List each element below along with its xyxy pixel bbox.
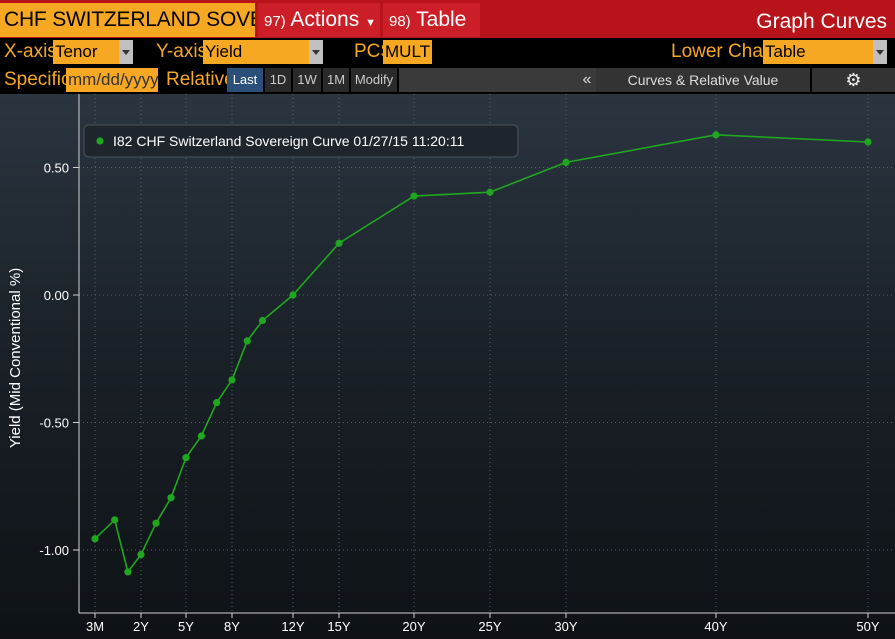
title-bar: CHF SWITZERLAND SOVEREIGN 97) Actions ▼ … bbox=[0, 0, 895, 38]
x-tick-label: 3M bbox=[86, 619, 104, 634]
chevron-down-icon[interactable] bbox=[309, 40, 323, 64]
data-point[interactable] bbox=[213, 399, 221, 407]
lower-chart-select[interactable]: Table bbox=[763, 40, 873, 64]
x-tick-label: 12Y bbox=[281, 619, 304, 634]
data-point[interactable] bbox=[124, 568, 132, 576]
data-point[interactable] bbox=[562, 158, 570, 166]
series-layer bbox=[91, 131, 872, 576]
modify-button[interactable]: Modify bbox=[351, 68, 397, 92]
data-point[interactable] bbox=[167, 494, 175, 502]
data-point[interactable] bbox=[182, 454, 190, 462]
grid bbox=[79, 94, 895, 613]
x-tick-label: 40Y bbox=[704, 619, 727, 634]
axis-controls: X-axis Tenor Y-axis Yield PCS MULT Lower… bbox=[0, 38, 895, 66]
y-axis-title: Yield (Mid Conventional %) bbox=[7, 268, 24, 448]
data-point[interactable] bbox=[243, 337, 251, 345]
data-point[interactable] bbox=[864, 138, 872, 146]
period-last[interactable]: Last bbox=[227, 68, 263, 92]
data-point[interactable] bbox=[486, 188, 494, 196]
y-tick-label: 0.50 bbox=[44, 161, 69, 176]
yield-curve-chart: 0.50 0.00 -0.50 -1.00 3M 2Y 5Y 8Y 12Y 15Y 20Y 25Y 30… bbox=[7, 94, 895, 634]
x-tick-label: 8Y bbox=[224, 619, 240, 634]
chevron-down-icon[interactable] bbox=[119, 40, 133, 64]
legend[interactable]: I82 CHF Switzerland Sovereign Curve 01/2… bbox=[83, 124, 519, 158]
yaxis-label: Y-axis bbox=[156, 41, 208, 62]
y-tick-label: 0.00 bbox=[44, 288, 69, 303]
legend-entry: I82 CHF Switzerland Sovereign Curve 01/2… bbox=[113, 133, 464, 149]
actions-button[interactable]: 97) Actions ▼ bbox=[258, 3, 380, 37]
yaxis-select[interactable]: Yield bbox=[203, 40, 309, 64]
collapse-icon[interactable]: « bbox=[578, 68, 596, 92]
table-label: Table bbox=[416, 8, 467, 31]
function-title: Graph Curves bbox=[756, 10, 887, 33]
lower-chart-label: Lower Chart bbox=[671, 41, 775, 62]
data-point[interactable] bbox=[258, 316, 267, 325]
actions-number: 97) bbox=[264, 13, 286, 30]
caret-down-icon: ▼ bbox=[365, 17, 376, 29]
date-controls: Specific mm/dd/yyyy Relative Last 1D 1W … bbox=[0, 66, 895, 94]
x-tick-label: 30Y bbox=[554, 619, 577, 634]
period-1w[interactable]: 1W bbox=[293, 68, 321, 92]
relative-label: Relative bbox=[166, 69, 235, 90]
data-point[interactable] bbox=[335, 239, 343, 247]
x-tick-label: 20Y bbox=[402, 619, 425, 634]
table-number: 98) bbox=[389, 13, 411, 30]
pcs-field[interactable]: MULT bbox=[383, 40, 432, 64]
data-point[interactable] bbox=[289, 291, 297, 299]
curves-relative-value-button[interactable]: Curves & Relative Value bbox=[596, 68, 810, 92]
x-tick-label: 2Y bbox=[133, 619, 149, 634]
gear-icon[interactable]: ⚙ bbox=[812, 68, 895, 92]
x-tick-label: 5Y bbox=[178, 619, 194, 634]
chart-area: 0.50 0.00 -0.50 -1.00 3M 2Y 5Y 8Y 12Y 15Y 20Y 25Y 30… bbox=[0, 94, 895, 639]
toolbar-spacer bbox=[399, 68, 578, 92]
data-point[interactable] bbox=[152, 519, 160, 527]
period-1m[interactable]: 1M bbox=[323, 68, 349, 92]
data-point[interactable] bbox=[197, 432, 205, 440]
xaxis-label: X-axis bbox=[4, 41, 57, 62]
x-tick-label: 50Y bbox=[856, 619, 879, 634]
data-point[interactable] bbox=[228, 376, 236, 384]
specific-date-input[interactable]: mm/dd/yyyy bbox=[66, 68, 158, 92]
y-tick-label: -1.00 bbox=[39, 543, 69, 558]
series-line bbox=[94, 134, 869, 574]
xaxis-select[interactable]: Tenor bbox=[53, 40, 119, 64]
security-title[interactable]: CHF SWITZERLAND SOVEREIGN bbox=[0, 3, 255, 37]
data-point[interactable] bbox=[712, 131, 720, 139]
data-point[interactable] bbox=[410, 192, 418, 200]
period-1d[interactable]: 1D bbox=[265, 68, 291, 92]
x-tick-label: 15Y bbox=[327, 619, 350, 634]
legend-marker bbox=[96, 137, 104, 145]
actions-label: Actions bbox=[290, 8, 360, 31]
y-tick-label: -0.50 bbox=[39, 416, 69, 431]
x-tick-label: 25Y bbox=[478, 619, 501, 634]
data-point[interactable] bbox=[137, 550, 145, 559]
data-point[interactable] bbox=[111, 516, 119, 524]
chevron-down-icon[interactable] bbox=[873, 40, 887, 64]
specific-label: Specific bbox=[4, 69, 71, 90]
data-point[interactable] bbox=[91, 535, 99, 543]
table-button[interactable]: 98) Table bbox=[383, 3, 480, 37]
